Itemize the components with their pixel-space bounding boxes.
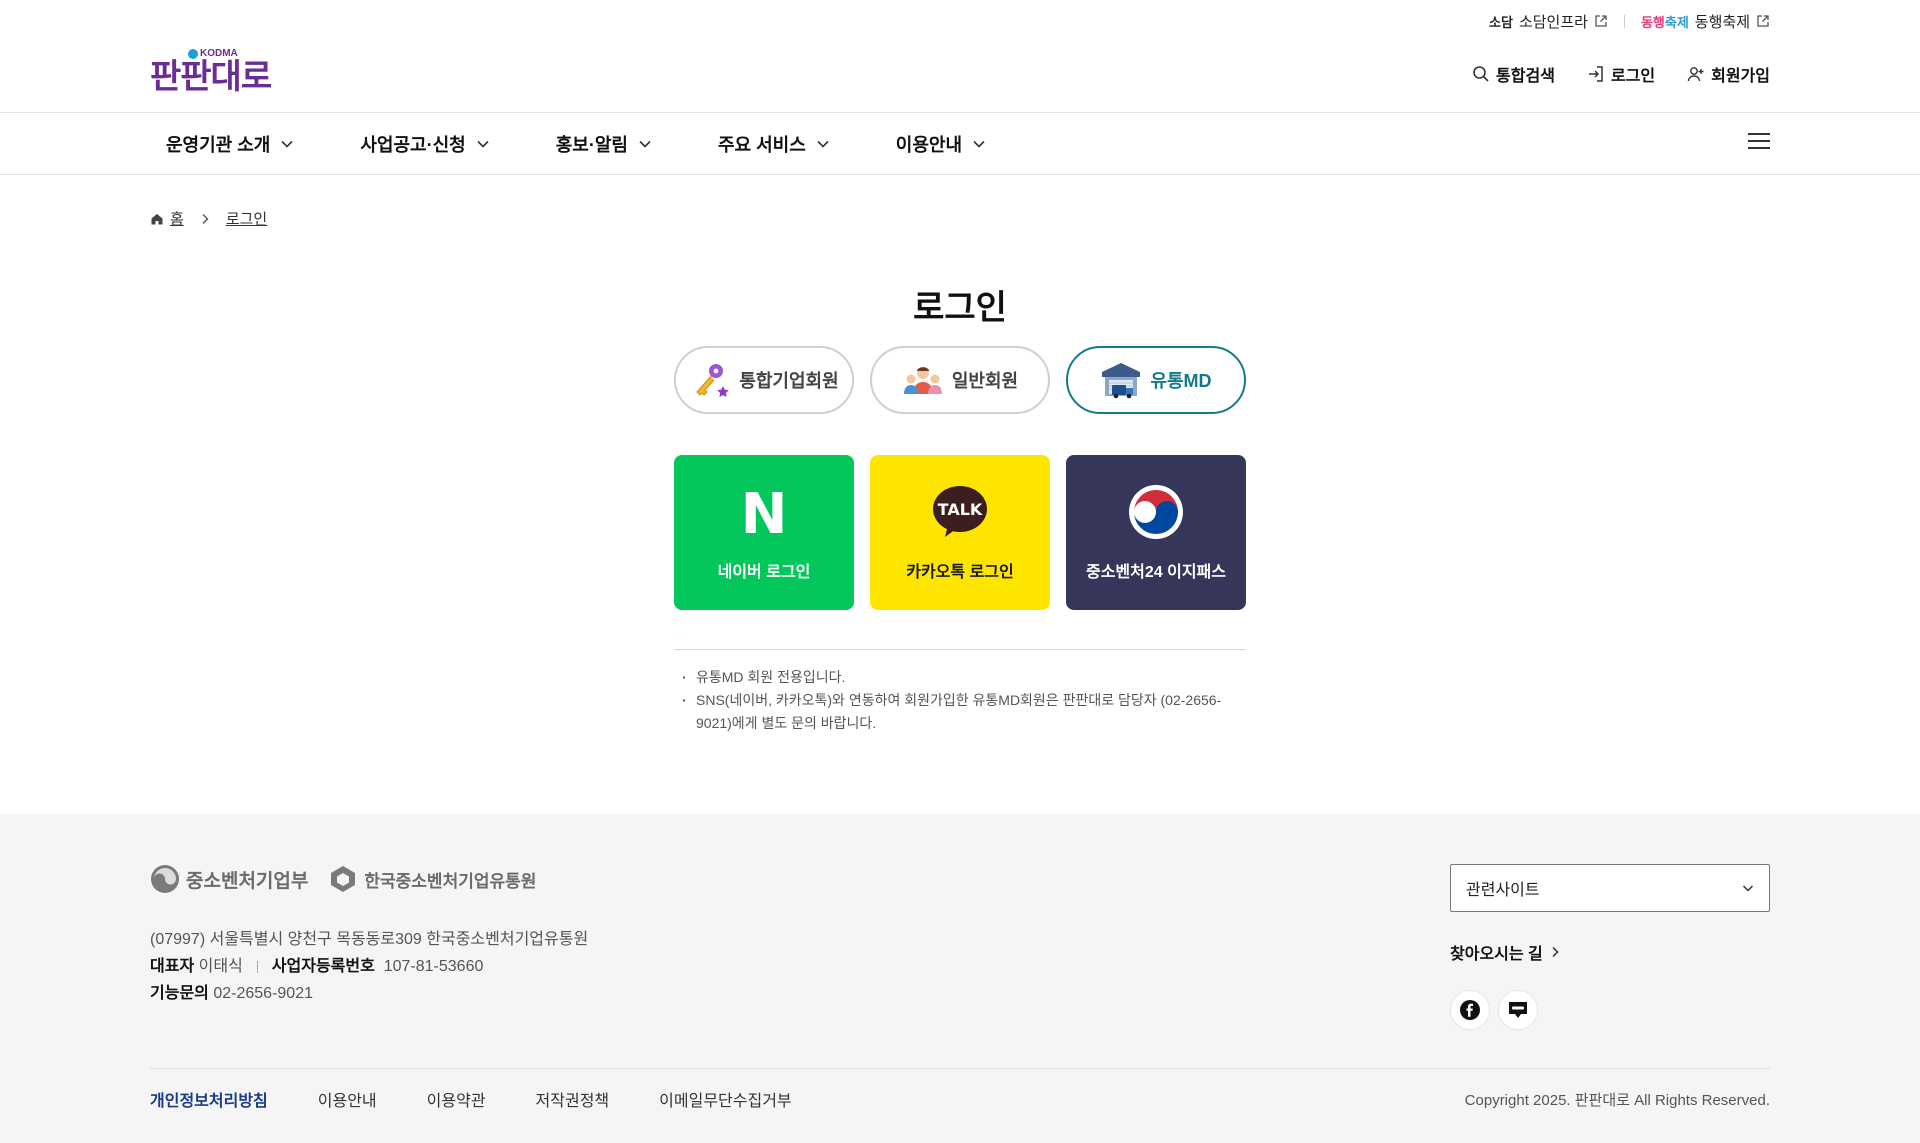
footer-links: 개인정보처리방침 이용안내 이용약관 저작권정책 이메일무단수집거부: [150, 1087, 792, 1111]
kakao-login-button[interactable]: TALK 카카오톡 로그인: [870, 455, 1050, 610]
address-line: (07997) 서울특별시 양천구 목동동로309 한국중소벤처기업유통원: [150, 931, 589, 948]
gnb-item-about[interactable]: 운영기관 소개: [166, 131, 294, 157]
gnb-item-guide[interactable]: 이용안내: [896, 131, 986, 157]
notice-item: SNS(네이버, 카카오톡)와 연동하여 회원가입한 유통MD회원은 판판대로 …: [682, 689, 1242, 735]
search-icon: [1473, 66, 1489, 82]
facebook-button[interactable]: [1450, 990, 1490, 1030]
tab-distribution-md-label: 유통MD: [1150, 371, 1212, 391]
brand-logo[interactable]: KODMA 판판대로: [150, 48, 272, 97]
utility-bar: 소담 소담인프라 동행축제 동행축제: [1489, 0, 1770, 42]
kakao-talk-icon: TALK: [932, 484, 988, 540]
tab-general-label: 일반회원: [951, 371, 1019, 391]
notice-item: 유통MD 회원 전용입니다.: [682, 666, 1242, 689]
divider: [150, 1068, 1770, 1069]
people-icon: [903, 367, 942, 394]
chevron-down-icon: [1742, 885, 1754, 892]
taegeuk-icon: [1128, 484, 1184, 540]
contact-line: 기능문의 02-2656-9021: [150, 985, 313, 1002]
login-label: 로그인: [1610, 68, 1656, 85]
facebook-icon: [1460, 1000, 1480, 1020]
sodam-infra-link[interactable]: 소담 소담인프라: [1489, 11, 1608, 32]
dong-festival-label: 동행축제: [1694, 13, 1750, 31]
related-sites-label: 관련사이트: [1466, 882, 1540, 899]
external-link-icon: [1757, 15, 1769, 27]
tab-general-member[interactable]: 일반회원: [870, 346, 1050, 414]
search-button[interactable]: 통합검색: [1472, 62, 1555, 86]
mss-logo: 중소벤처기업부: [150, 864, 308, 894]
footer-address: (07997) 서울특별시 양천구 목동동로309 한국중소벤처기업유통원 대표…: [150, 926, 588, 1007]
directions-link[interactable]: 찾아오시는 길: [1450, 940, 1561, 964]
external-link-icon: [1595, 15, 1607, 27]
breadcrumb-home[interactable]: 홈: [150, 208, 184, 229]
dong-festival-logo: 동행축제: [1640, 14, 1689, 30]
search-label: 통합검색: [1496, 68, 1555, 85]
gov24-easypass-login-button[interactable]: 중소벤처24 이지패스: [1066, 455, 1246, 610]
svg-text:TALK: TALK: [938, 500, 983, 519]
user-plus-icon: [1687, 67, 1704, 82]
blog-button[interactable]: [1498, 990, 1538, 1030]
ceo-biz-line: 대표자 이태식 사업자등록번호 107-81-53660: [150, 958, 484, 975]
copyright: Copyright 2025. 판판대로 All Rights Reserved…: [1464, 1092, 1770, 1109]
divider: [1623, 14, 1625, 28]
site-footer: 중소벤처기업부 한국중소벤처기업유통원 (07997) 서울특별시 양천구 목동…: [0, 814, 1920, 1143]
key-icon: [696, 364, 730, 397]
kakao-login-label: 카카오톡 로그인: [906, 563, 1014, 581]
naver-login-button[interactable]: N 네이버 로그인: [674, 455, 854, 610]
tab-corporate-member[interactable]: 통합기업회원: [674, 346, 854, 414]
notice-list: 유통MD 회원 전용입니다. SNS(네이버, 카카오톡)와 연동하여 회원가입…: [682, 666, 1242, 735]
login-icon: [1588, 66, 1603, 82]
related-sites-select[interactable]: 관련사이트: [1450, 864, 1770, 912]
sodam-infra-label: 소담인프라: [1518, 13, 1588, 31]
terms-link[interactable]: 이용약관: [427, 1087, 486, 1111]
chevron-down-icon: [281, 140, 293, 148]
chevron-right-icon: [198, 212, 212, 226]
kodma-badge: KODMA: [188, 48, 238, 59]
chevron-down-icon: [973, 140, 985, 148]
blog-icon: [1509, 1002, 1527, 1018]
kodma-logo: 한국중소벤처기업유통원: [328, 864, 536, 894]
footer-logos: 중소벤처기업부 한국중소벤처기업유통원: [150, 864, 536, 894]
sodam-logo: 소담: [1489, 14, 1513, 30]
privacy-policy-link[interactable]: 개인정보처리방침: [150, 1087, 268, 1111]
member-type-tabs: 통합기업회원 일반회원 유통MD: [674, 346, 1246, 414]
chevron-down-icon: [477, 140, 489, 148]
divider: [674, 649, 1246, 650]
gnb-item-services[interactable]: 주요 서비스: [718, 131, 830, 157]
chevron-down-icon: [639, 140, 651, 148]
warehouse-truck-icon: [1102, 363, 1141, 399]
breadcrumb-current[interactable]: 로그인: [226, 208, 267, 229]
gov24-easypass-label: 중소벤처24 이지패스: [1085, 563, 1226, 581]
svg-text:N: N: [741, 488, 788, 536]
site-header: KODMA 판판대로 통합검색 로그인 회원가입: [0, 42, 1920, 112]
home-icon: [151, 213, 163, 224]
main-navigation: 운영기관 소개 사업공고·신청 홍보·알림 주요 서비스 이용안내: [0, 112, 1920, 175]
page-title: 로그인: [913, 289, 1007, 327]
chevron-down-icon: [817, 140, 829, 148]
tab-distribution-md[interactable]: 유통MD: [1066, 346, 1246, 414]
copyright-policy-link[interactable]: 저작권정책: [536, 1087, 610, 1111]
signup-button[interactable]: 회원가입: [1687, 62, 1770, 86]
email-collection-refusal-link[interactable]: 이메일무단수집거부: [659, 1087, 791, 1111]
usage-guide-link[interactable]: 이용안내: [318, 1087, 377, 1111]
gnb-item-news[interactable]: 홍보·알림: [556, 131, 652, 157]
hamburger-icon[interactable]: [1748, 133, 1770, 153]
gnb-item-business[interactable]: 사업공고·신청: [360, 131, 489, 157]
member-nav: 통합검색 로그인 회원가입: [1472, 62, 1770, 86]
naver-login-label: 네이버 로그인: [717, 563, 811, 581]
tab-corporate-label: 통합기업회원: [739, 371, 839, 391]
signup-label: 회원가입: [1711, 68, 1770, 85]
sns-login-row: N 네이버 로그인 TALK 카카오톡 로그인 중소벤처24 이지패스: [674, 455, 1246, 610]
gnb-list: 운영기관 소개 사업공고·신청 홍보·알림 주요 서비스 이용안내: [166, 113, 1052, 174]
social-links: [1450, 990, 1538, 1030]
breadcrumb: 홈 로그인: [150, 208, 267, 229]
login-button[interactable]: 로그인: [1587, 62, 1655, 86]
naver-n-icon: N: [736, 484, 792, 540]
chevron-right-icon: [1552, 946, 1559, 958]
dong-festival-link[interactable]: 동행축제 동행축제: [1641, 11, 1770, 32]
breadcrumb-home-label: 홈: [170, 211, 184, 228]
